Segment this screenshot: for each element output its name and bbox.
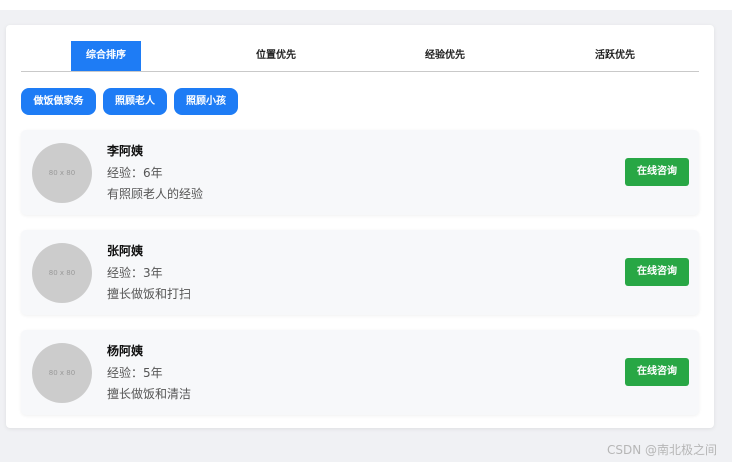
caregiver-name: 杨阿姨 — [107, 344, 144, 358]
watermark: CSDN @南北极之间 — [607, 443, 718, 457]
tag-elderly-care[interactable]: 照顾老人 — [103, 88, 167, 115]
avatar-placeholder: 80 x 80 — [32, 143, 92, 203]
caregiver-name: 李阿姨 — [107, 144, 144, 158]
caregiver-card: 80 x 80 张阿姨 经验：3年 擅长做饭和打扫 在线咨询 — [21, 230, 699, 315]
caregiver-experience: 经验：3年 — [107, 266, 163, 280]
caregiver-card: 80 x 80 杨阿姨 经验：5年 擅长做饭和清洁 在线咨询 — [21, 330, 699, 415]
tab-activity-priority[interactable]: 活跃优先 — [580, 41, 650, 71]
caregiver-experience: 经验：5年 — [107, 366, 163, 380]
online-consult-button[interactable]: 在线咨询 — [625, 358, 689, 386]
tag-cooking-housework[interactable]: 做饭做家务 — [21, 88, 96, 115]
tab-comprehensive-sort[interactable]: 综合排序 — [71, 41, 141, 71]
caregiver-name: 张阿姨 — [107, 244, 144, 258]
caregiver-list-panel: 综合排序 位置优先 经验优先 活跃优先 做饭做家务 照顾老人 照顾小孩 80 x… — [6, 25, 714, 428]
caregiver-description: 擅长做饭和清洁 — [107, 387, 192, 401]
caregiver-card: 80 x 80 李阿姨 经验：6年 有照顾老人的经验 在线咨询 — [21, 130, 699, 215]
online-consult-button[interactable]: 在线咨询 — [625, 258, 689, 286]
avatar-placeholder: 80 x 80 — [32, 343, 92, 403]
caregiver-description: 有照顾老人的经验 — [107, 187, 204, 201]
online-consult-button[interactable]: 在线咨询 — [625, 158, 689, 186]
avatar-placeholder: 80 x 80 — [32, 243, 92, 303]
tab-location-priority[interactable]: 位置优先 — [241, 41, 311, 71]
sort-tabs: 综合排序 位置优先 经验优先 活跃优先 — [21, 41, 699, 72]
top-strip — [0, 0, 732, 10]
tag-child-care[interactable]: 照顾小孩 — [174, 88, 238, 115]
tab-experience-priority[interactable]: 经验优先 — [410, 41, 480, 71]
caregiver-experience: 经验：6年 — [107, 166, 163, 180]
caregiver-description: 擅长做饭和打扫 — [107, 287, 192, 301]
